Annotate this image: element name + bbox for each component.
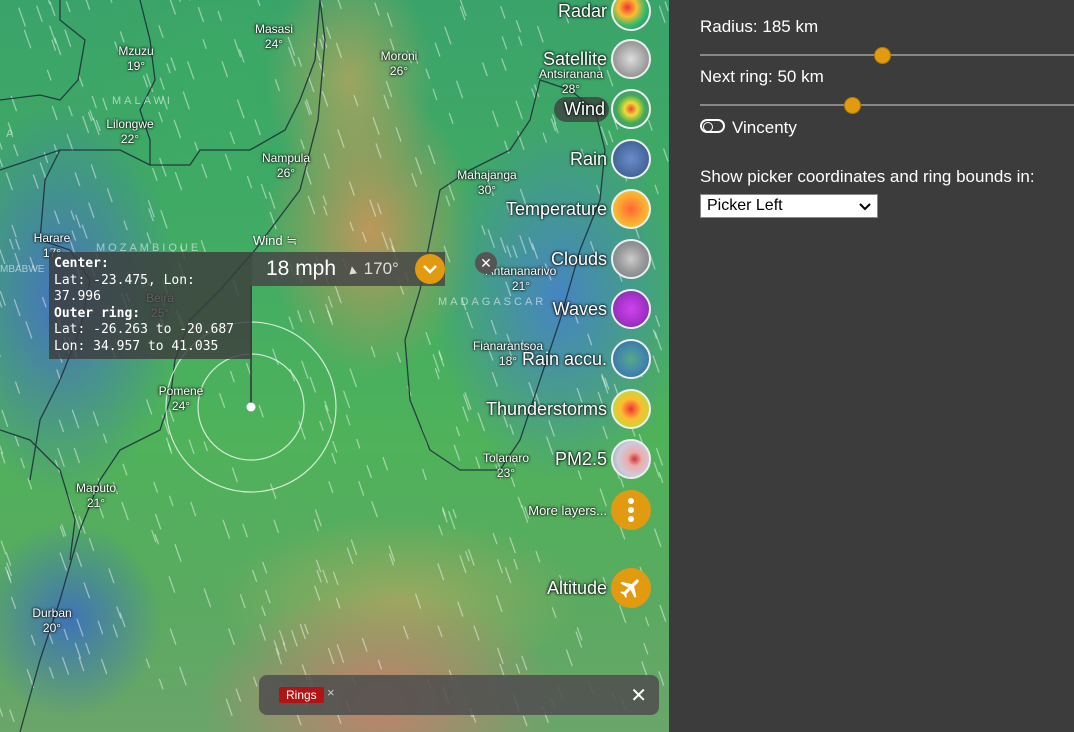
city-label: Mzuzu 19° bbox=[118, 44, 154, 73]
picker-center-dot[interactable] bbox=[246, 402, 256, 412]
layer-button-rain[interactable]: Rain bbox=[570, 139, 651, 179]
layer-button-satellite[interactable]: Satellite bbox=[543, 39, 651, 79]
thunderstorms-icon bbox=[611, 389, 651, 429]
outer-ring-lat: Lat: -26.263 to -20.687 bbox=[54, 322, 235, 337]
wind-label: Wind ≒ bbox=[253, 233, 298, 248]
layer-button-more[interactable]: More layers... bbox=[528, 490, 651, 530]
rain-icon bbox=[611, 139, 651, 179]
picker-info-box: Center: Lat: -23.475, Lon: 37.996 Outer … bbox=[49, 252, 252, 359]
outer-ring-lon: Lon: 34.957 to 41.035 bbox=[54, 338, 219, 354]
layer-button-temperature[interactable]: Temperature bbox=[506, 189, 651, 229]
satellite-icon bbox=[611, 39, 651, 79]
layer-label: Altitude bbox=[546, 577, 607, 598]
city-label: Durban 20° bbox=[32, 606, 72, 635]
rain-accumulation-icon bbox=[611, 339, 651, 379]
layer-label: Waves bbox=[552, 298, 607, 319]
settings-panel: Radius: 185 km Next ring: 50 km Vincenty… bbox=[669, 0, 1074, 732]
country-label: MALAWI bbox=[112, 95, 173, 107]
select-value: Picker Left bbox=[707, 197, 783, 214]
picker-close-button[interactable]: ✕ bbox=[475, 252, 497, 274]
clouds-icon bbox=[611, 239, 651, 279]
direction-arrow-icon: ▲ bbox=[344, 260, 361, 279]
city-label: Moroni 26° bbox=[380, 49, 418, 78]
layer-label: Temperature bbox=[505, 198, 607, 219]
center-value: Lat: -23.475, Lon: 37.996 bbox=[54, 272, 195, 305]
rings-tag-remove-button[interactable]: × bbox=[327, 685, 335, 700]
center-title: Center: bbox=[54, 256, 109, 271]
layer-button-clouds[interactable]: Clouds bbox=[551, 239, 651, 279]
country-label: A bbox=[6, 128, 17, 140]
layer-label: Satellite bbox=[542, 48, 607, 69]
rings-tag[interactable]: Rings bbox=[279, 687, 324, 703]
layer-label: Radar bbox=[557, 0, 607, 21]
vincenty-label: Vincenty bbox=[732, 118, 797, 137]
layer-button-airplane[interactable]: Altitude bbox=[547, 568, 651, 608]
weather-map[interactable]: Masasi 24° Mzuzu 19° Moroni 26° Antsiranana 28°… bbox=[0, 0, 669, 732]
radar-icon bbox=[611, 0, 651, 31]
layer-button-pm25[interactable]: PM2.5 bbox=[555, 439, 651, 479]
wind-direction: ▲ 170° bbox=[344, 259, 399, 279]
close-bar-button[interactable]: ✕ bbox=[630, 683, 647, 708]
airplane-icon bbox=[611, 568, 651, 608]
temperature-icon bbox=[611, 189, 651, 229]
layer-label: Thunderstorms bbox=[485, 398, 607, 419]
next-ring-slider-handle[interactable] bbox=[844, 97, 861, 114]
city-label: Antananarivo 21° bbox=[485, 264, 557, 293]
show-coordinates-label: Show picker coordinates and ring bounds … bbox=[700, 167, 1035, 186]
more-icon bbox=[611, 490, 651, 530]
country-label: MADAGASCAR bbox=[438, 296, 547, 308]
radius-slider-handle[interactable] bbox=[874, 47, 892, 64]
next-ring-slider[interactable] bbox=[700, 95, 1074, 115]
layer-button-radar[interactable]: Radar bbox=[558, 0, 651, 31]
waves-icon bbox=[611, 289, 651, 329]
layer-button-thunderstorms[interactable]: Thunderstorms bbox=[486, 389, 651, 429]
layer-button-waves[interactable]: Waves bbox=[553, 289, 651, 329]
city-label: Nampula 26° bbox=[261, 151, 311, 180]
city-label: Maputo 21° bbox=[75, 481, 117, 510]
country-label: MBABWE bbox=[0, 264, 45, 275]
next-ring-label: Next ring: 50 km bbox=[700, 67, 824, 86]
layer-label: Rain accu. bbox=[521, 348, 607, 369]
wind-picker[interactable]: 18 mph ▲ 170° bbox=[252, 252, 445, 286]
radius-slider[interactable] bbox=[700, 45, 1074, 65]
overlay-bar: Rings × ✕ bbox=[259, 675, 659, 715]
chevron-down-icon bbox=[859, 199, 871, 217]
wind-speed: 18 mph bbox=[266, 257, 337, 280]
layer-label: PM2.5 bbox=[554, 448, 607, 469]
city-label: Masasi 24° bbox=[254, 22, 294, 51]
city-label: Tolanaro 23° bbox=[482, 451, 530, 480]
layer-button-wind[interactable]: Wind bbox=[553, 89, 651, 129]
wind-icon bbox=[611, 89, 651, 129]
vincenty-toggle[interactable] bbox=[700, 119, 725, 133]
layer-label: Rain bbox=[569, 148, 607, 169]
layer-label: Wind bbox=[553, 96, 609, 122]
city-label: Lilongwe 22° bbox=[106, 117, 154, 146]
chevron-down-icon[interactable] bbox=[414, 254, 445, 284]
layer-label: Clouds bbox=[550, 248, 607, 269]
layer-label: More layers... bbox=[528, 502, 607, 518]
outer-ring-title: Outer ring: bbox=[54, 305, 141, 321]
coordinates-position-select[interactable]: Picker Left bbox=[700, 194, 878, 218]
radius-label: Radius: 185 km bbox=[700, 17, 819, 36]
city-label: Pomene 24° bbox=[158, 384, 204, 413]
pm25-icon bbox=[611, 439, 651, 479]
layer-button-rain-accumulation[interactable]: Rain accu. bbox=[522, 339, 651, 379]
